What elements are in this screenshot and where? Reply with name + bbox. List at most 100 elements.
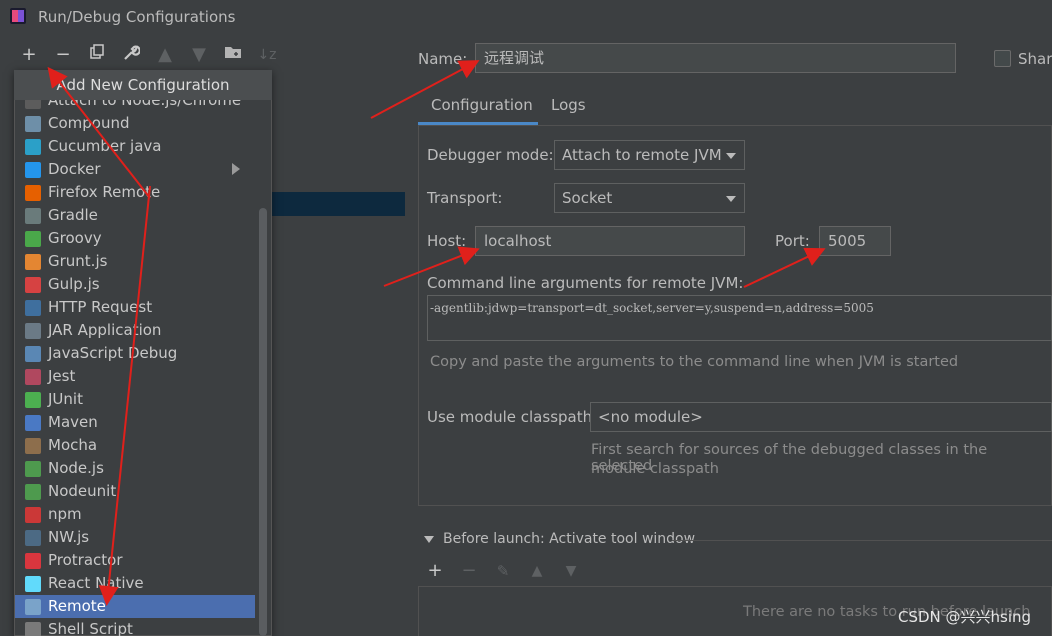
popup-item-junit[interactable]: JUnit bbox=[15, 388, 255, 411]
wrench-icon[interactable] bbox=[120, 44, 142, 66]
jest-icon bbox=[25, 369, 41, 385]
module-select[interactable]: <no module> bbox=[590, 402, 1052, 432]
popup-item-javascript-debug[interactable]: JavaScript Debug bbox=[15, 342, 255, 365]
maven-icon bbox=[25, 415, 41, 431]
popup-item-label: Nodeunit bbox=[48, 482, 117, 500]
popup-item-npm[interactable]: npm bbox=[15, 503, 255, 526]
remove-task-icon[interactable]: − bbox=[458, 560, 480, 582]
popup-item-label: React Native bbox=[48, 574, 144, 592]
port-label: Port: bbox=[775, 232, 810, 250]
cmd-label: Command line arguments for remote JVM: bbox=[427, 274, 744, 292]
popup-item-label: Cucumber java bbox=[48, 137, 162, 155]
window-title: Run/Debug Configurations bbox=[38, 8, 236, 26]
name-input[interactable]: 远程调试 bbox=[475, 43, 956, 73]
popup-item-jar-application[interactable]: JAR Application bbox=[15, 319, 255, 342]
remote-icon bbox=[25, 599, 41, 615]
groovy-icon bbox=[25, 231, 41, 247]
popup-header: Add New Configuration bbox=[14, 70, 272, 100]
popup-item-mocha[interactable]: Mocha bbox=[15, 434, 255, 457]
compound-icon bbox=[25, 116, 41, 132]
transport-value: Socket bbox=[562, 189, 613, 207]
popup-item-label: JAR Application bbox=[48, 321, 162, 339]
transport-label: Transport: bbox=[427, 189, 503, 207]
popup-item-label: Protractor bbox=[48, 551, 123, 569]
arrow-down-icon[interactable]: ▼ bbox=[188, 44, 210, 66]
popup-item-jest[interactable]: Jest bbox=[15, 365, 255, 388]
port-input[interactable]: 5005 bbox=[819, 226, 891, 256]
copy-icon[interactable] bbox=[86, 44, 108, 66]
cmd-args-field[interactable]: -agentlib:jdwp=transport=dt_socket,serve… bbox=[427, 295, 1052, 341]
debugger-mode-select[interactable]: Attach to remote JVM bbox=[554, 140, 745, 170]
popup-item-label: NW.js bbox=[48, 528, 90, 546]
popup-item-nw-js[interactable]: NW.js bbox=[15, 526, 255, 549]
popup-item-gulp-js[interactable]: Gulp.js bbox=[15, 273, 255, 296]
popup-item-gradle[interactable]: Gradle bbox=[15, 204, 255, 227]
intellij-logo-icon bbox=[10, 8, 26, 24]
host-input[interactable]: localhost bbox=[475, 226, 745, 256]
popup-item-label: Shell Script bbox=[48, 620, 133, 636]
popup-item-cucumber-java[interactable]: Cucumber java bbox=[15, 135, 255, 158]
npm-icon bbox=[25, 507, 41, 523]
popup-item-grunt-js[interactable]: Grunt.js bbox=[15, 250, 255, 273]
popup-item-protractor[interactable]: Protractor bbox=[15, 549, 255, 572]
popup-item-label: Firefox Remote bbox=[48, 183, 161, 201]
popup-item-label: Grunt.js bbox=[48, 252, 108, 270]
debugger-mode-value: Attach to remote JVM bbox=[562, 146, 722, 164]
popup-scrollbar[interactable] bbox=[259, 208, 267, 636]
popup-item-shell-script[interactable]: Shell Script bbox=[15, 618, 255, 636]
popup-item-label: JUnit bbox=[48, 390, 83, 408]
popup-item-remote[interactable]: Remote bbox=[15, 595, 255, 618]
transport-select[interactable]: Socket bbox=[554, 183, 745, 213]
popup-item-label: HTTP Request bbox=[48, 298, 153, 316]
gradle-icon bbox=[25, 208, 41, 224]
tree-selected-row[interactable] bbox=[270, 192, 405, 216]
protractor-icon bbox=[25, 553, 41, 569]
nodejs-icon bbox=[25, 461, 41, 477]
plus-icon[interactable]: + bbox=[18, 44, 40, 66]
popup-item-docker[interactable]: Docker bbox=[15, 158, 255, 181]
move-up-task-icon[interactable]: ▲ bbox=[526, 560, 548, 582]
popup-item-label: JavaScript Debug bbox=[48, 344, 178, 362]
sort-icon[interactable]: ↓z bbox=[256, 44, 278, 66]
debugger-mode-label: Debugger mode: bbox=[427, 146, 554, 164]
move-down-task-icon[interactable]: ▼ bbox=[560, 560, 582, 582]
nodeunit-icon bbox=[25, 484, 41, 500]
api-icon bbox=[25, 300, 41, 316]
add-task-icon[interactable]: + bbox=[424, 560, 446, 582]
react-icon bbox=[25, 576, 41, 592]
before-launch-title[interactable]: Before launch: Activate tool window bbox=[443, 531, 695, 547]
tab-configuration[interactable]: Configuration bbox=[431, 96, 533, 114]
tab-logs[interactable]: Logs bbox=[551, 96, 586, 114]
popup-item-label: Compound bbox=[48, 114, 130, 132]
popup-item-label: Groovy bbox=[48, 229, 102, 247]
shell-icon bbox=[25, 622, 41, 636]
firefox-icon bbox=[25, 185, 41, 201]
share-checkbox[interactable] bbox=[994, 50, 1011, 67]
popup-item-react-native[interactable]: React Native bbox=[15, 572, 255, 595]
js-debug-icon bbox=[25, 346, 41, 362]
host-label: Host: bbox=[427, 232, 467, 250]
popup-item-firefox-remote[interactable]: Firefox Remote bbox=[15, 181, 255, 204]
chevron-down-icon bbox=[726, 196, 736, 202]
popup-item-label: Gradle bbox=[48, 206, 98, 224]
minus-icon[interactable]: − bbox=[52, 44, 74, 66]
popup-item-node-js[interactable]: Node.js bbox=[15, 457, 255, 480]
mocha-icon bbox=[25, 438, 41, 454]
arrow-up-icon[interactable]: ▲ bbox=[154, 44, 176, 66]
popup-item-http-request[interactable]: HTTP Request bbox=[15, 296, 255, 319]
popup-item-label: Mocha bbox=[48, 436, 98, 454]
popup-item-groovy[interactable]: Groovy bbox=[15, 227, 255, 250]
docker-icon bbox=[25, 162, 41, 178]
cmd-hint: Copy and paste the arguments to the comm… bbox=[430, 354, 959, 370]
popup-item-label: npm bbox=[48, 505, 82, 523]
popup-item-label: Jest bbox=[48, 367, 76, 385]
popup-item-maven[interactable]: Maven bbox=[15, 411, 255, 434]
popup-item-compound[interactable]: Compound bbox=[15, 112, 255, 135]
expand-triangle-icon[interactable] bbox=[424, 536, 434, 543]
edit-task-icon[interactable]: ✎ bbox=[492, 560, 514, 582]
folder-icon[interactable] bbox=[222, 44, 244, 66]
junit-icon bbox=[25, 392, 41, 408]
popup-item-label: Maven bbox=[48, 413, 98, 431]
popup-item-label: Gulp.js bbox=[48, 275, 100, 293]
popup-item-nodeunit[interactable]: Nodeunit bbox=[15, 480, 255, 503]
